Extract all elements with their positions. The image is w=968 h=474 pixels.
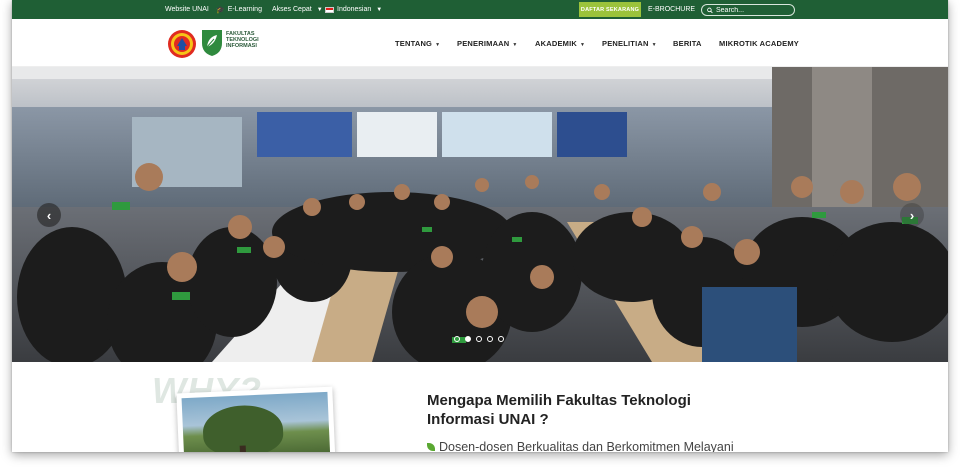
indonesia-flag-icon [325, 6, 334, 13]
chevron-down-icon: ▼ [376, 6, 383, 13]
daftar-sekarang-button[interactable]: DAFTAR SEKARANG [579, 2, 641, 17]
graduation-cap-icon: 🎓 [216, 6, 225, 14]
language-label: Indonesian [337, 6, 372, 13]
nav-tentang[interactable]: TENTANG ▼ [395, 39, 440, 48]
nav-akademik-label: AKADEMIK [535, 39, 578, 48]
nav-penelitian[interactable]: PENELITIAN ▼ [602, 39, 657, 48]
website-unai-label: Website UNAI [165, 6, 209, 13]
chevron-right-icon: › [909, 207, 915, 223]
chevron-down-icon: ▼ [316, 6, 323, 13]
site-header: FAKULTAS TEKNOLOGI INFORMASI TENTANG ▼ PE… [12, 19, 948, 67]
search-input[interactable] [716, 6, 794, 14]
chevron-down-icon: ▼ [512, 42, 518, 48]
website-unai-link[interactable]: Website UNAI [165, 0, 209, 19]
university-logo[interactable] [167, 29, 197, 59]
faculty-logo[interactable]: FAKULTAS TEKNOLOGI INFORMASI [200, 27, 270, 59]
chevron-down-icon: ▼ [580, 42, 586, 48]
nav-tentang-label: TENTANG [395, 39, 433, 48]
hero-group-photo [12, 67, 948, 362]
tree-photo [181, 391, 331, 452]
nav-penelitian-label: PENELITIAN [602, 39, 649, 48]
slider-dot-active[interactable] [465, 336, 471, 342]
nav-penerimaan-label: PENERIMAAN [457, 39, 510, 48]
chevron-down-icon: ▼ [651, 42, 657, 48]
slider-dot[interactable] [454, 336, 460, 342]
nav-berita[interactable]: BERITA [673, 39, 702, 48]
elearning-label: E-Learning [227, 6, 262, 13]
leaf-bullet-icon [427, 443, 435, 451]
why-point-1-text: Dosen-dosen Berkualitas dan Berkomitmen … [439, 440, 734, 452]
slider-dot[interactable] [476, 336, 482, 342]
tree-trunk [239, 445, 247, 452]
why-title: Mengapa Memilih Fakultas Teknologi Infor… [427, 392, 691, 428]
slider-dot[interactable] [487, 336, 493, 342]
faculty-shield-icon [202, 30, 222, 56]
nav-mikrotik-academy[interactable]: MIKROTIK ACADEMY [719, 39, 799, 48]
logo-line-3: INFORMASI [226, 43, 257, 49]
slider-prev-button[interactable]: ‹ [37, 203, 61, 227]
slider-next-button[interactable]: › [900, 203, 924, 227]
search-box[interactable] [701, 4, 795, 16]
nav-mikrotik-label: MIKROTIK ACADEMY [719, 39, 800, 48]
hero-slider[interactable]: ‹ › [12, 67, 948, 362]
why-point-1: Dosen-dosen Berkualitas dan Berkomitmen … [427, 440, 734, 452]
slider-pagination [454, 336, 504, 342]
ebrochure-label: E-BROCHURE [648, 6, 696, 13]
ebrochure-link[interactable]: E-BROCHURE [648, 0, 695, 19]
slider-dot[interactable] [498, 336, 504, 342]
faculty-logo-text: FAKULTAS TEKNOLOGI INFORMASI [226, 31, 259, 49]
chevron-down-icon: ▼ [435, 42, 441, 48]
akses-cepat-label: Akses Cepat [272, 6, 312, 13]
akses-cepat-dropdown[interactable]: Akses Cepat ▼ [272, 0, 323, 19]
elearning-link[interactable]: 🎓 E-Learning [216, 0, 262, 19]
language-selector[interactable]: Indonesian ▼ [325, 0, 382, 19]
why-section: WHY? Mengapa Memilih Fakultas Teknologi … [12, 362, 948, 452]
chevron-left-icon: ‹ [46, 207, 52, 223]
nav-penerimaan[interactable]: PENERIMAAN ▼ [457, 39, 518, 48]
top-bar: Website UNAI 🎓 E-Learning Akses Cepat ▼ … [12, 0, 948, 19]
browser-frame: Website UNAI 🎓 E-Learning Akses Cepat ▼ … [12, 0, 948, 452]
why-photo-frame [176, 386, 336, 452]
search-icon [707, 7, 713, 13]
nav-akademik[interactable]: AKADEMIK ▼ [535, 39, 585, 48]
nav-berita-label: BERITA [673, 39, 702, 48]
